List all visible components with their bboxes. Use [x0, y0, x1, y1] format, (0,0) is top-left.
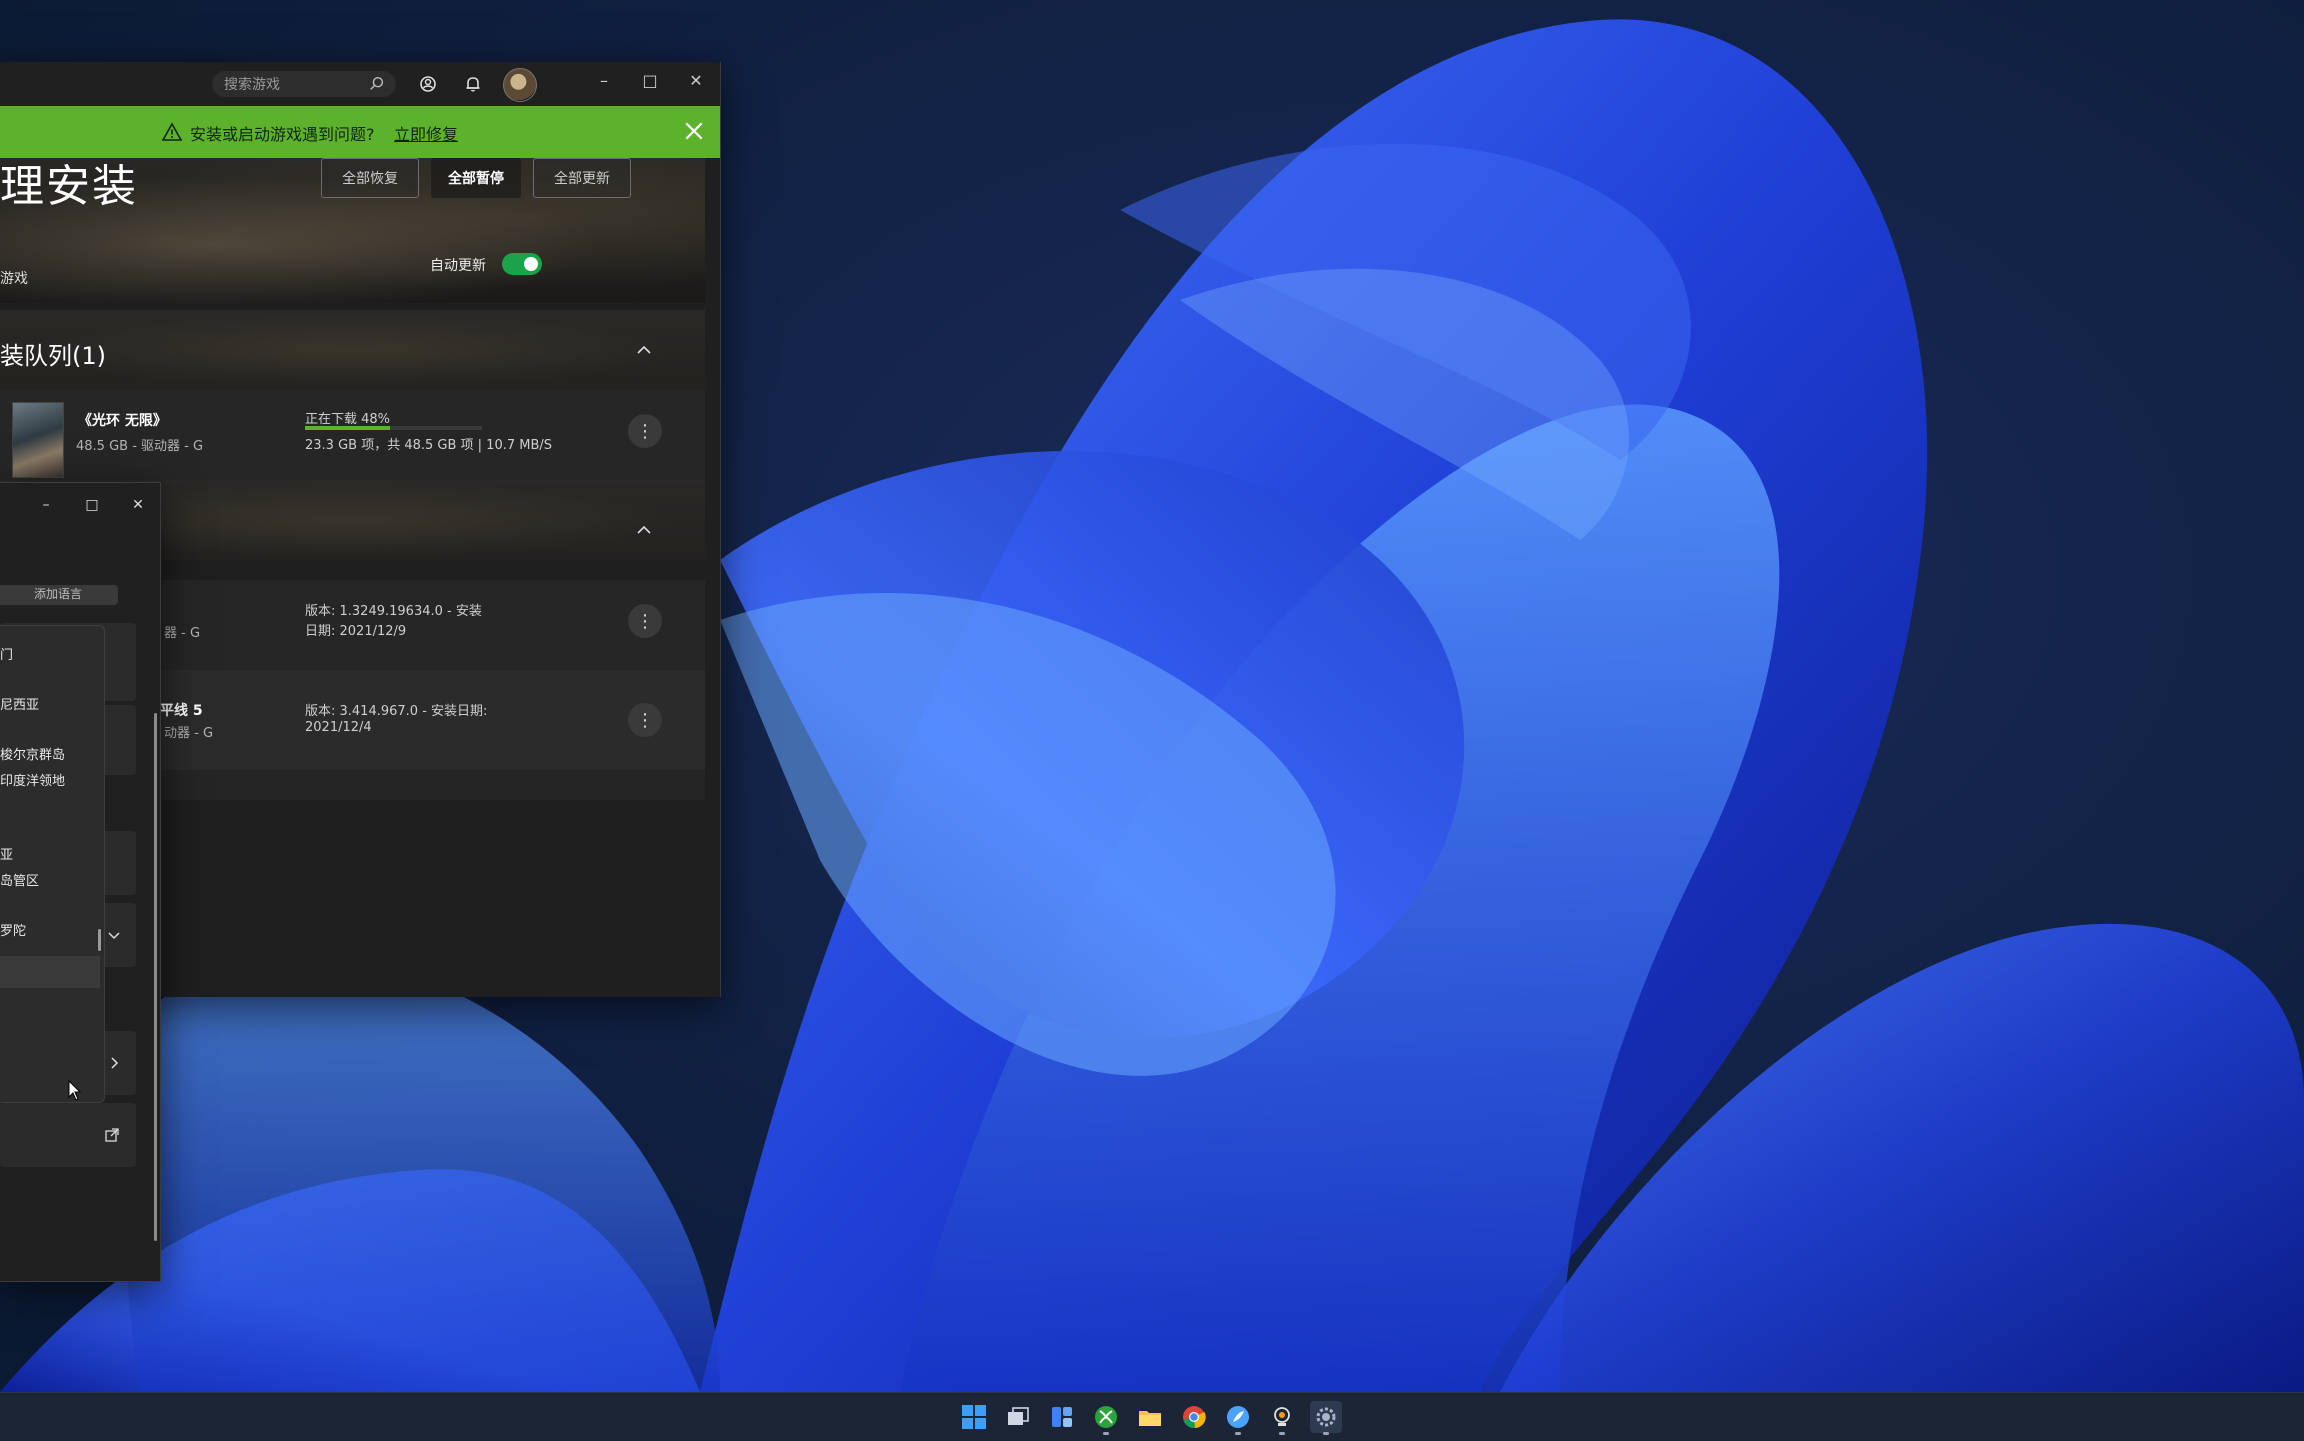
settings-card[interactable]	[100, 831, 136, 895]
game-version: 版本: 1.3249.19634.0 - 安装	[305, 604, 482, 619]
resume-all-button[interactable]: 全部恢复	[321, 158, 419, 198]
start-button[interactable]	[958, 1401, 990, 1433]
warning-icon	[162, 122, 182, 141]
game-meta: 动器 - G	[164, 726, 214, 741]
dropdown-option[interactable]: 印度洋领地	[0, 770, 65, 789]
file-explorer-button[interactable]	[1134, 1401, 1166, 1433]
xbox-taskbar-button[interactable]	[1090, 1401, 1122, 1435]
more-options-button[interactable]: ⋮	[628, 703, 662, 737]
update-all-button[interactable]: 全部更新	[533, 158, 631, 198]
region-dropdown-list[interactable]: 门 尼西亚 梭尔京群岛 印度洋领地 亚 岛管区 罗陀	[0, 625, 105, 1103]
search-games-input[interactable]: 搜索游戏	[212, 71, 396, 97]
queue-section-header[interactable]: 装队列(1)	[0, 310, 705, 390]
download-detail: 23.3 GB 项，共 48.5 GB 项 | 10.7 MB/S	[305, 438, 553, 453]
progress-fill	[305, 426, 390, 430]
chevron-up-icon[interactable]	[634, 520, 654, 540]
settings-window: – □ ✕ 添加语言 门 尼西亚 梭尔京群岛 印度洋领地 亚 岛管区 罗陀	[0, 482, 161, 1282]
file-explorer-icon	[1139, 1411, 1161, 1426]
region-select[interactable]	[100, 903, 136, 967]
start-icon	[962, 1405, 986, 1429]
maximize-button[interactable]: □	[628, 66, 672, 94]
feather-app-icon	[1227, 1406, 1249, 1428]
chevron-right-icon[interactable]	[106, 1055, 122, 1071]
install-date: 2021/12/4	[305, 720, 372, 735]
chrome-button[interactable]	[1178, 1401, 1210, 1433]
game-bar-icon	[1274, 1407, 1290, 1426]
add-language-button[interactable]: 添加语言	[0, 585, 118, 605]
dropdown-option[interactable]: 亚	[0, 844, 13, 863]
dropdown-option[interactable]: 尼西亚	[0, 694, 39, 713]
game-thumbnail	[12, 402, 64, 478]
game-meta: 48.5 GB - 驱动器 - G	[76, 439, 204, 454]
maximize-button[interactable]: □	[78, 491, 106, 519]
settings-taskbar-button[interactable]	[1310, 1401, 1342, 1435]
dropdown-scrollbar[interactable]	[98, 929, 101, 951]
minimize-button[interactable]: –	[582, 66, 626, 94]
task-view-button[interactable]	[1002, 1401, 1034, 1433]
settings-card[interactable]	[100, 705, 136, 775]
xbox-icon	[1095, 1406, 1117, 1428]
settings-link-card[interactable]	[0, 1103, 136, 1167]
settings-card[interactable]	[100, 1031, 136, 1095]
settings-icon	[1316, 1407, 1336, 1427]
chevron-down-icon[interactable]	[106, 927, 122, 943]
fix-now-link[interactable]: 立即修复	[394, 121, 458, 145]
install-date: 日期: 2021/12/9	[305, 624, 407, 639]
banner-message: 安装或启动游戏遇到问题?	[190, 125, 375, 144]
chrome-icon	[1183, 1406, 1206, 1429]
profile-avatar[interactable]	[503, 68, 537, 102]
running-indicator	[1279, 1432, 1285, 1435]
game-title: 《光环 无限》	[78, 413, 167, 429]
dropdown-option[interactable]: 罗陀	[0, 920, 26, 939]
dropdown-option[interactable]: 岛管区	[0, 870, 39, 889]
dropdown-option[interactable]: 门	[0, 644, 13, 663]
search-icon[interactable]	[368, 75, 386, 93]
game-version: 版本: 3.414.967.0 - 安装日期:	[305, 704, 488, 719]
chevron-up-icon[interactable]	[634, 340, 654, 360]
game-meta: 器 - G	[164, 626, 201, 641]
xbox-titlebar: 搜索游戏 – □ ✕	[0, 62, 720, 106]
settings-card[interactable]	[100, 631, 136, 701]
download-progress-bar	[305, 426, 482, 430]
auto-update-label: 自动更新	[430, 258, 486, 274]
toggle-knob	[524, 257, 538, 271]
widgets-icon	[1052, 1407, 1072, 1427]
close-icon[interactable]	[683, 120, 705, 142]
friends-icon[interactable]	[418, 74, 438, 94]
close-window-button[interactable]: ✕	[124, 491, 152, 519]
settings-scrollbar[interactable]	[154, 713, 157, 1241]
queue-title: 装队列(1)	[0, 342, 106, 370]
mouse-cursor-icon	[68, 1080, 82, 1101]
page-title: 理安装	[0, 161, 138, 212]
search-placeholder: 搜索游戏	[224, 77, 280, 93]
game-bar-button[interactable]	[1266, 1401, 1298, 1435]
minimize-button[interactable]: –	[32, 491, 60, 519]
close-window-button[interactable]: ✕	[674, 66, 718, 94]
dropdown-option-hover[interactable]	[0, 956, 100, 988]
hero-subtitle: 游戏	[0, 271, 28, 287]
queue-item-halo-infinite[interactable]: 《光环 无限》 48.5 GB - 驱动器 - G 正在下载 48% 23.3 …	[0, 390, 705, 480]
running-indicator	[1103, 1432, 1109, 1435]
taskbar	[0, 1392, 2304, 1441]
notifications-bell-icon[interactable]	[463, 74, 483, 94]
external-link-icon[interactable]	[104, 1127, 120, 1143]
more-options-button[interactable]: ⋮	[628, 604, 662, 638]
widgets-button[interactable]	[1046, 1401, 1078, 1433]
feather-app-button[interactable]	[1222, 1401, 1254, 1435]
running-indicator	[1323, 1432, 1329, 1435]
running-indicator	[1235, 1432, 1241, 1435]
auto-update-toggle[interactable]	[502, 253, 542, 275]
download-status: 正在下载 48%	[305, 412, 391, 427]
task-view-icon	[1008, 1407, 1029, 1425]
dropdown-option[interactable]: 梭尔京群岛	[0, 744, 65, 763]
pause-all-button[interactable]: 全部暂停	[431, 158, 521, 198]
more-options-button[interactable]: ⋮	[628, 414, 662, 448]
game-title: 平线 5	[160, 703, 203, 719]
